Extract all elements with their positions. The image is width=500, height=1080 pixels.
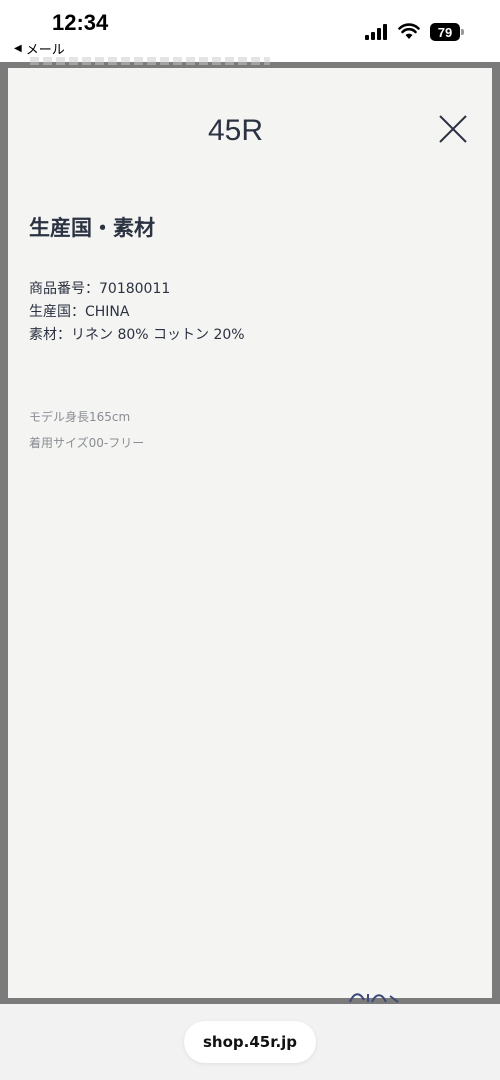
product-detail-modal: 45R 生産国・素材 商品番号：70180011 生産国：CHINA 素材：リネ…: [8, 68, 492, 998]
back-to-app-button[interactable]: ◀ メール: [14, 39, 65, 58]
brand-logo: 45R: [208, 114, 263, 146]
address-bar[interactable]: shop.45r.jp: [184, 1021, 316, 1063]
battery-icon: 79: [430, 23, 464, 41]
model-info: モデル身長165cm 着用サイズ00-フリー: [29, 404, 144, 456]
close-icon[interactable]: [436, 112, 470, 146]
material-composition: 素材：リネン 80% コットン 20%: [29, 327, 245, 343]
model-size: 着用サイズ00-フリー: [29, 436, 145, 450]
battery-level: 79: [430, 23, 460, 41]
back-triangle-icon: ◀: [14, 43, 22, 54]
country-of-origin: 生産国：CHINA: [29, 304, 130, 320]
wifi-icon: [398, 23, 420, 39]
svg-text:45R: 45R: [208, 114, 263, 146]
cellular-signal-icon: [365, 24, 387, 40]
model-height: モデル身長165cm: [29, 410, 131, 424]
product-specs: 商品番号：70180011 生産国：CHINA 素材：リネン 80% コットン …: [29, 278, 245, 347]
background-product-image-fragment: [349, 993, 399, 1003]
modal-title: 生産国・素材: [29, 216, 155, 240]
background-page-text-fragment: [30, 57, 270, 65]
back-app-label: メール: [25, 43, 65, 58]
address-bar-url: shop.45r.jp: [202, 1033, 298, 1051]
status-bar: 12:34 ◀ メール 79: [0, 0, 500, 62]
product-number: 商品番号：70180011: [29, 281, 171, 297]
status-time: 12:34: [52, 10, 109, 35]
battery-tip: [461, 29, 464, 35]
